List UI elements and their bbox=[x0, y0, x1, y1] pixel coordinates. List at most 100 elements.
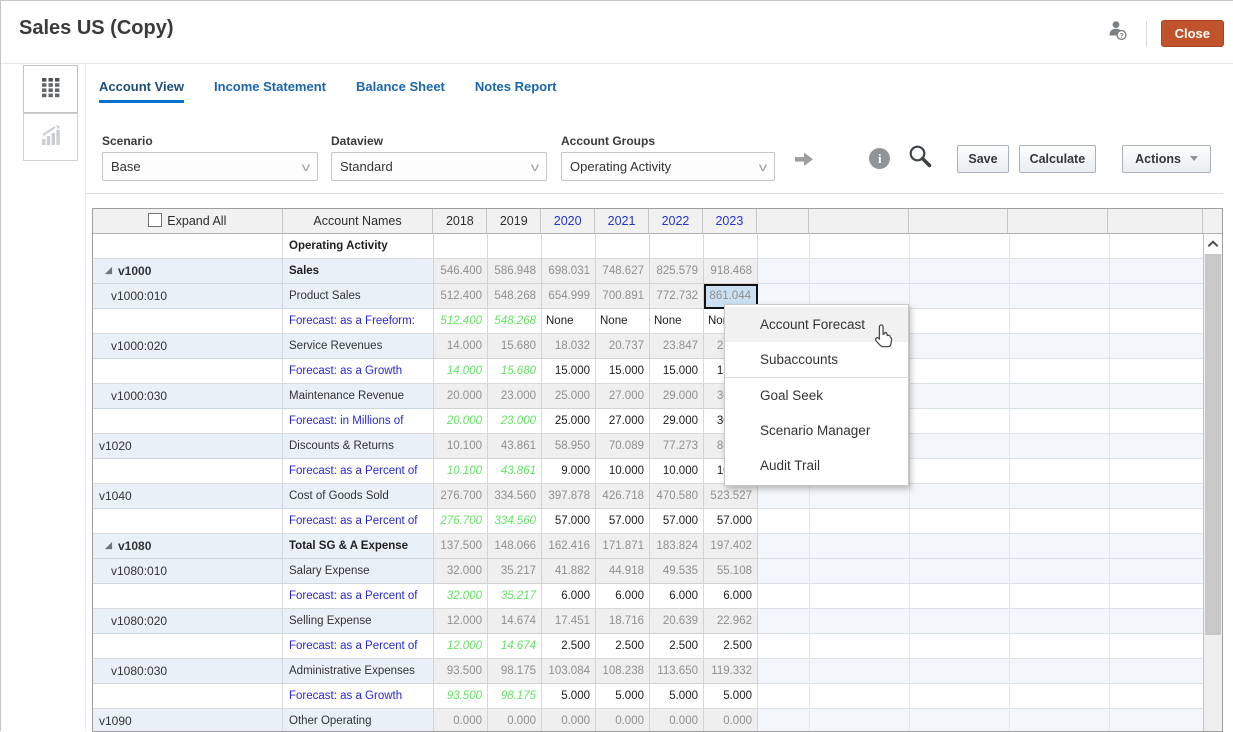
value-cell-2019[interactable]: 15.680 bbox=[488, 334, 542, 359]
chart-view-button[interactable] bbox=[23, 113, 78, 161]
expand-all-checkbox[interactable] bbox=[148, 213, 162, 227]
value-cell-2018[interactable]: 276.700 bbox=[434, 484, 488, 509]
scrollbar-thumb[interactable] bbox=[1205, 254, 1221, 635]
value-cell-2019[interactable]: 148.066 bbox=[488, 534, 542, 559]
value-cell-2018[interactable]: 137.500 bbox=[434, 534, 488, 559]
value-cell-2020[interactable]: 103.084 bbox=[542, 659, 596, 684]
value-cell-2021[interactable]: 5.000 bbox=[596, 684, 650, 709]
value-cell-2021[interactable]: 748.627 bbox=[596, 259, 650, 284]
go-arrow-icon[interactable] bbox=[794, 149, 816, 174]
context-menu-item-audit-trail[interactable]: Audit Trail bbox=[725, 448, 908, 483]
value-cell-2018[interactable]: 12.000 bbox=[434, 609, 488, 634]
value-cell-2023[interactable]: 5.000 bbox=[704, 684, 758, 709]
value-cell-2021[interactable]: 27.000 bbox=[596, 409, 650, 434]
value-cell-2022[interactable]: 772.732 bbox=[650, 284, 704, 309]
value-cell-2018[interactable]: 93.500 bbox=[434, 684, 488, 709]
value-cell-2018[interactable]: 10.100 bbox=[434, 434, 488, 459]
context-menu-item-account-forecast[interactable]: Account Forecast bbox=[725, 307, 908, 342]
grid-view-button[interactable] bbox=[23, 65, 78, 113]
value-cell-2020[interactable]: 41.882 bbox=[542, 559, 596, 584]
value-cell-2023[interactable]: 6.000 bbox=[704, 584, 758, 609]
value-cell-2023[interactable]: 57.000 bbox=[704, 509, 758, 534]
value-cell-2018[interactable]: 14.000 bbox=[434, 334, 488, 359]
value-cell-2020[interactable]: 2.500 bbox=[542, 634, 596, 659]
value-cell-2018[interactable] bbox=[434, 234, 488, 259]
value-cell-2018[interactable]: 0.000 bbox=[434, 709, 488, 732]
value-cell-2023[interactable]: 0.000 bbox=[704, 709, 758, 732]
value-cell-2022[interactable] bbox=[650, 234, 704, 259]
dataview-select[interactable]: Standard v bbox=[331, 152, 547, 181]
value-cell-2019[interactable]: 98.175 bbox=[488, 684, 542, 709]
value-cell-2022[interactable]: 825.579 bbox=[650, 259, 704, 284]
value-cell-2021[interactable]: 108.238 bbox=[596, 659, 650, 684]
value-cell-2020[interactable]: 162.416 bbox=[542, 534, 596, 559]
value-cell-2020[interactable]: 6.000 bbox=[542, 584, 596, 609]
scenario-select[interactable]: Base v bbox=[102, 152, 318, 181]
calculate-button[interactable]: Calculate bbox=[1019, 145, 1097, 173]
value-cell-2019[interactable]: 98.175 bbox=[488, 659, 542, 684]
value-cell-2020[interactable]: 25.000 bbox=[542, 384, 596, 409]
value-cell-2018[interactable]: 10.100 bbox=[434, 459, 488, 484]
value-cell-2022[interactable]: 49.535 bbox=[650, 559, 704, 584]
value-cell-2019[interactable]: 35.217 bbox=[488, 584, 542, 609]
forecast-link[interactable]: Forecast: in Millions of bbox=[283, 409, 434, 434]
value-cell-2023[interactable]: 523.527 bbox=[704, 484, 758, 509]
value-cell-2019[interactable] bbox=[488, 234, 542, 259]
value-cell-2022[interactable]: None bbox=[650, 309, 704, 334]
value-cell-2019[interactable]: 548.268 bbox=[488, 284, 542, 309]
value-cell-2021[interactable]: 70.089 bbox=[596, 434, 650, 459]
forecast-link[interactable]: Forecast: as a Growth bbox=[283, 359, 434, 384]
value-cell-2018[interactable]: 546.400 bbox=[434, 259, 488, 284]
value-cell-2018[interactable]: 12.000 bbox=[434, 634, 488, 659]
value-cell-2019[interactable]: 35.217 bbox=[488, 559, 542, 584]
forecast-link[interactable]: Forecast: as a Growth bbox=[283, 684, 434, 709]
user-assistance-icon[interactable]: ? bbox=[1106, 19, 1132, 48]
value-cell-2019[interactable]: 334.560 bbox=[488, 509, 542, 534]
value-cell-2022[interactable]: 113.650 bbox=[650, 659, 704, 684]
value-cell-2019[interactable]: 14.674 bbox=[488, 609, 542, 634]
value-cell-2018[interactable]: 20.000 bbox=[434, 409, 488, 434]
value-cell-2022[interactable]: 0.000 bbox=[650, 709, 704, 732]
value-cell-2018[interactable]: 20.000 bbox=[434, 384, 488, 409]
value-cell-2022[interactable]: 77.273 bbox=[650, 434, 704, 459]
value-cell-2021[interactable]: 20.737 bbox=[596, 334, 650, 359]
value-cell-2022[interactable]: 2.500 bbox=[650, 634, 704, 659]
value-cell-2022[interactable]: 6.000 bbox=[650, 584, 704, 609]
value-cell-2021[interactable]: 0.000 bbox=[596, 709, 650, 732]
search-icon[interactable] bbox=[907, 143, 933, 174]
tab-account-view[interactable]: Account View bbox=[99, 79, 184, 103]
value-cell-2021[interactable]: 18.716 bbox=[596, 609, 650, 634]
context-menu-item-scenario-manager[interactable]: Scenario Manager bbox=[725, 413, 908, 448]
value-cell-2023[interactable]: 22.962 bbox=[704, 609, 758, 634]
value-cell-2021[interactable]: 426.718 bbox=[596, 484, 650, 509]
value-cell-2018[interactable]: 276.700 bbox=[434, 509, 488, 534]
context-menu-item-goal-seek[interactable]: Goal Seek bbox=[725, 378, 908, 413]
value-cell-2020[interactable]: 397.878 bbox=[542, 484, 596, 509]
value-cell-2020[interactable]: 698.031 bbox=[542, 259, 596, 284]
value-cell-2022[interactable]: 183.824 bbox=[650, 534, 704, 559]
value-cell-2021[interactable]: 27.000 bbox=[596, 384, 650, 409]
value-cell-2018[interactable]: 93.500 bbox=[434, 659, 488, 684]
value-cell-2023[interactable]: 55.108 bbox=[704, 559, 758, 584]
value-cell-2023[interactable]: 119.332 bbox=[704, 659, 758, 684]
value-cell-2021[interactable]: 700.891 bbox=[596, 284, 650, 309]
value-cell-2020[interactable]: 18.032 bbox=[542, 334, 596, 359]
save-button[interactable]: Save bbox=[957, 145, 1008, 173]
value-cell-2022[interactable]: 23.847 bbox=[650, 334, 704, 359]
forecast-link[interactable]: Forecast: as a Percent of bbox=[283, 509, 434, 534]
value-cell-2020[interactable]: 9.000 bbox=[542, 459, 596, 484]
value-cell-2020[interactable]: 25.000 bbox=[542, 409, 596, 434]
value-cell-2022[interactable]: 57.000 bbox=[650, 509, 704, 534]
scroll-up-button[interactable] bbox=[1204, 234, 1222, 255]
value-cell-2022[interactable]: 20.639 bbox=[650, 609, 704, 634]
value-cell-2022[interactable]: 10.000 bbox=[650, 459, 704, 484]
value-cell-2019[interactable]: 43.861 bbox=[488, 434, 542, 459]
value-cell-2019[interactable]: 334.560 bbox=[488, 484, 542, 509]
row-header-cell[interactable]: v1080 bbox=[93, 534, 283, 559]
info-icon[interactable]: i bbox=[869, 148, 890, 169]
collapse-triangle-icon[interactable] bbox=[104, 259, 113, 283]
value-cell-2020[interactable]: 17.451 bbox=[542, 609, 596, 634]
value-cell-2018[interactable]: 32.000 bbox=[434, 559, 488, 584]
context-menu-item-subaccounts[interactable]: Subaccounts bbox=[725, 342, 908, 377]
value-cell-2018[interactable]: 512.400 bbox=[434, 284, 488, 309]
